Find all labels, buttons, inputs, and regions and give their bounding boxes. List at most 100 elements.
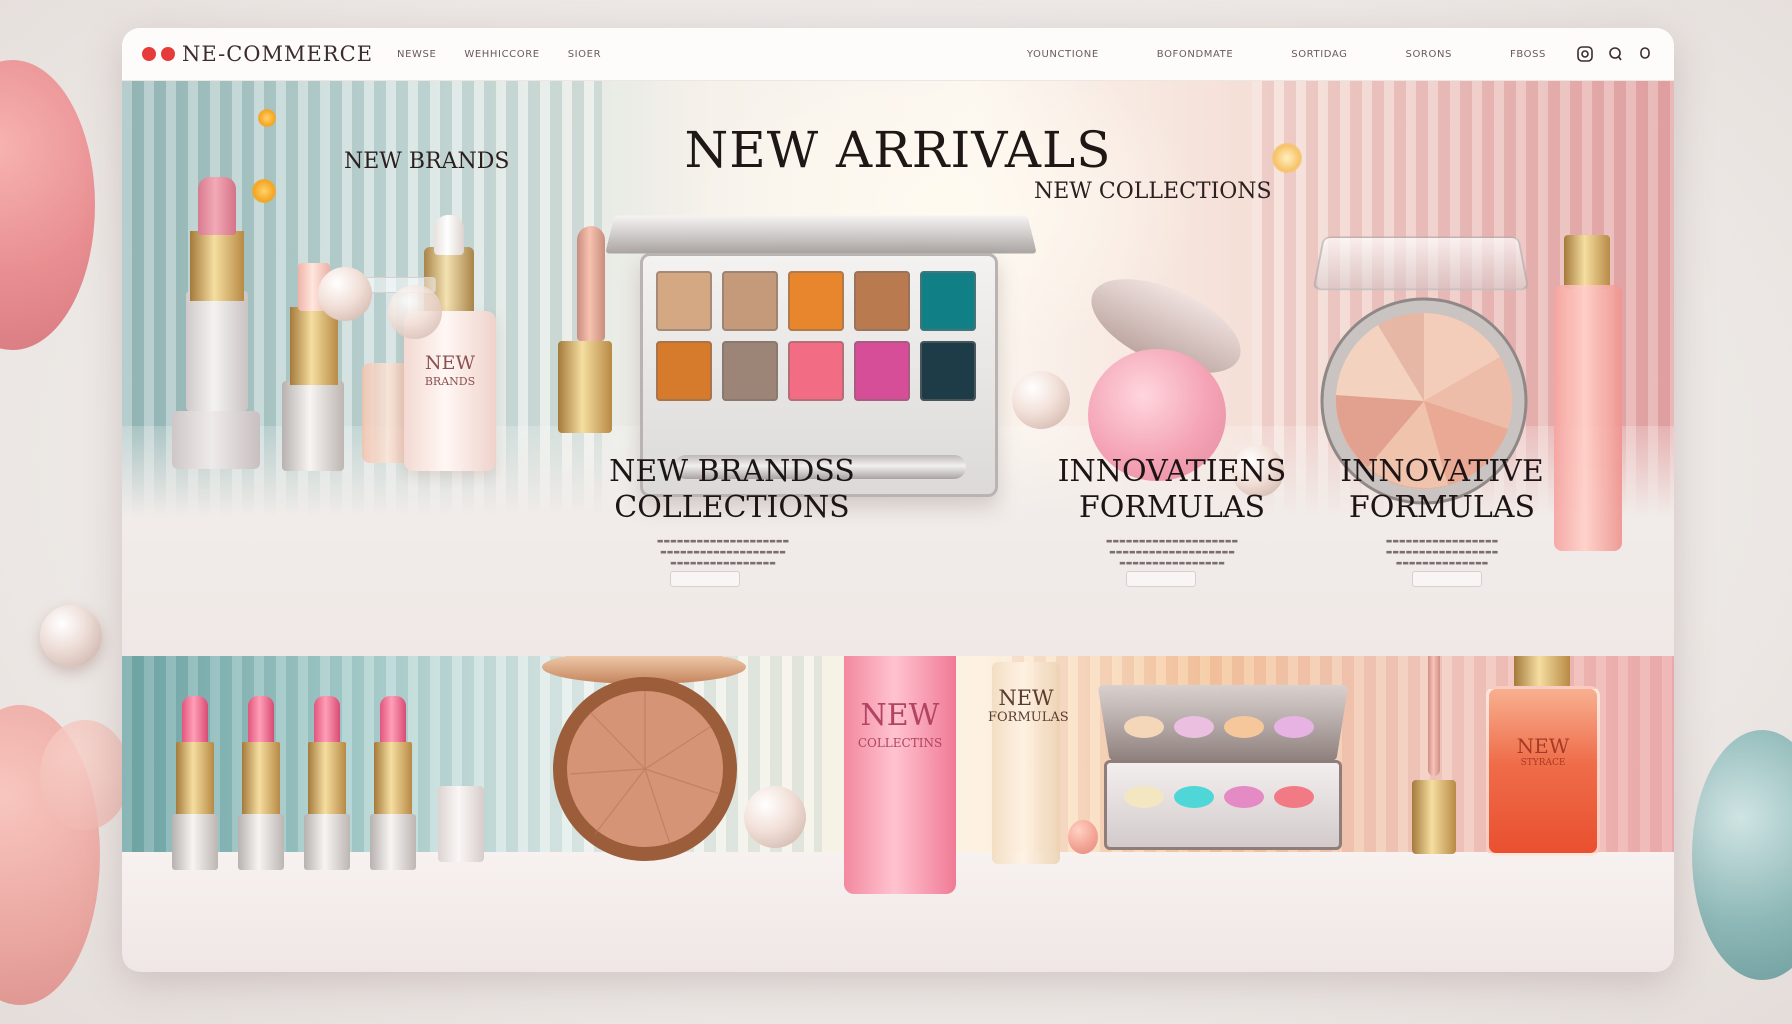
- nav-link[interactable]: SORONS: [1406, 49, 1452, 60]
- mini-eyeshadow-swatch: [1174, 786, 1214, 808]
- top-navigation-bar: NE-COMMERCE NEWSE WEHHICCORE SIOER YOUNC…: [122, 28, 1674, 81]
- lipstick-gold-band: [176, 742, 214, 818]
- pearl: [318, 267, 372, 321]
- mini-eyeshadow-swatch: [1224, 786, 1264, 808]
- eyeshadow-swatch: [722, 271, 778, 331]
- lipstick-gold-band: [190, 231, 244, 301]
- bottle-cap: [1564, 235, 1610, 289]
- hero-banner: NEW ARRIVALS NEW BRANDS NEW COLLECTIONS …: [122, 81, 1674, 656]
- pink-bottle: [844, 656, 956, 894]
- lipgloss-wand: [1428, 656, 1440, 776]
- palette-lid: [605, 215, 1037, 254]
- lipgloss-cap: [558, 341, 612, 433]
- nav-right: YOUNCTIONE BOFONDMATE SORTIDAG SORONS FB…: [1027, 49, 1546, 60]
- feature-button-3[interactable]: [1412, 571, 1482, 587]
- decor-sphere-teal: [1692, 730, 1792, 980]
- mini-eyeshadow-swatch: [1274, 716, 1314, 738]
- mini-eyeshadow-swatch: [1174, 716, 1214, 738]
- lipstick-gold-band: [308, 742, 346, 818]
- lipstick-bullet: [380, 696, 406, 744]
- eyeshadow-swatch: [920, 271, 976, 331]
- bag-icon[interactable]: [1636, 45, 1654, 63]
- nav-link[interactable]: NEWSE: [397, 49, 436, 60]
- feature-body-3: ▬▬▬▬▬▬▬▬▬▬▬▬▬▬▬▬▬ ▬▬▬▬▬▬▬▬▬▬▬▬▬▬▬▬▬ ▬▬▬▬▬▬…: [1385, 537, 1499, 567]
- lipstick-tube: [172, 814, 218, 870]
- nav-left: NEWSE WEHHICCORE SIOER: [397, 49, 601, 60]
- feature-heading-2: INNOVATIENS FORMULAS: [1022, 454, 1322, 526]
- lipstick-gold-band: [242, 742, 280, 818]
- decor-pearl: [40, 605, 102, 667]
- tube-label-line2: FORMULAS: [988, 710, 1069, 725]
- brand-logo[interactable]: NE-COMMERCE: [182, 42, 373, 66]
- lipstick-tube: [304, 814, 350, 870]
- pearl: [388, 285, 442, 339]
- eyeshadow-swatch: [656, 271, 712, 331]
- serum-label-line1: NEW: [424, 352, 476, 374]
- feature-button-2[interactable]: [1126, 571, 1196, 587]
- window-dot: [142, 47, 156, 61]
- nav-link[interactable]: YOUNCTIONE: [1027, 49, 1099, 60]
- feature-heading-line: FORMULAS: [1078, 490, 1266, 525]
- nav-link[interactable]: SIOER: [568, 49, 601, 60]
- feature-heading-1: NEW BRANDSS COLLECTIONS: [572, 454, 892, 526]
- hero-left-heading: NEW BRANDS: [344, 149, 510, 174]
- feature-heading-line: INNOVATIENS: [1057, 454, 1287, 489]
- tube-label-line1: NEW: [998, 686, 1054, 710]
- feature-heading-3: INNOVATIVE FORMULAS: [1312, 454, 1572, 526]
- lipstick-tube: [282, 381, 344, 471]
- lipstick-bullet: [248, 696, 274, 744]
- lipstick-bullet: [182, 696, 208, 744]
- nav-link[interactable]: FBOSS: [1510, 49, 1546, 60]
- perfume-bottle: [1486, 686, 1600, 856]
- eyeshadow-swatch: [854, 341, 910, 401]
- bokeh-light: [258, 109, 276, 127]
- lipstick-gold-band: [374, 742, 412, 818]
- pearl: [744, 786, 806, 848]
- pearl: [1068, 820, 1098, 854]
- bottle-label-line2: COLLECTINS: [857, 736, 943, 750]
- lipstick-cap: [172, 411, 260, 469]
- header-icons: [1576, 45, 1654, 63]
- lipstick-bullet: [198, 177, 236, 235]
- lipstick-tube: [370, 814, 416, 870]
- search-icon[interactable]: [1576, 45, 1594, 63]
- browser-window: NE-COMMERCE NEWSE WEHHICCORE SIOER YOUNC…: [122, 28, 1674, 972]
- bokeh-light: [1272, 143, 1302, 173]
- mini-eyeshadow-swatch: [1124, 786, 1164, 808]
- decor-sphere-pink: [0, 60, 95, 350]
- lipgloss-cap: [1412, 780, 1456, 854]
- nav-link[interactable]: BOFONDMATE: [1157, 49, 1233, 60]
- nav-link[interactable]: SORTIDAG: [1291, 49, 1347, 60]
- mini-eyeshadow-swatch: [1274, 786, 1314, 808]
- feature-heading-line: NEW BRANDSS: [609, 454, 855, 489]
- perfume-label-line2: STYRACE: [1520, 758, 1566, 768]
- feature-heading-line: COLLECTIONS: [614, 490, 850, 525]
- perfume-label-line1: NEW: [1516, 734, 1570, 758]
- eyeshadow-swatch: [788, 341, 844, 401]
- eyeshadow-swatch: [722, 341, 778, 401]
- serum-label-line2: BRANDS: [424, 375, 476, 388]
- perfume-cap: [1514, 656, 1570, 688]
- bokeh-light: [252, 179, 276, 203]
- mini-eyeshadow-swatch: [1224, 716, 1264, 738]
- pearl: [1012, 371, 1070, 429]
- lipstick-cap: [438, 786, 484, 862]
- decor-sphere-blush: [40, 720, 130, 830]
- mini-eyeshadow-swatch: [1124, 716, 1164, 738]
- window-dot: [161, 47, 175, 61]
- compact-mirror-lid: [1312, 236, 1530, 291]
- lipstick-tube: [186, 291, 248, 411]
- eyeshadow-swatch: [854, 271, 910, 331]
- user-icon[interactable]: [1606, 45, 1624, 63]
- bronzer-compact: [553, 677, 737, 861]
- lipstick-tube: [238, 814, 284, 870]
- feature-heading-line: FORMULAS: [1348, 490, 1536, 525]
- feature-button-1[interactable]: [670, 571, 740, 587]
- lipgloss-wand: [577, 226, 605, 341]
- eyeshadow-swatch: [920, 341, 976, 401]
- hero-right-heading: NEW COLLECTIONS: [1034, 179, 1272, 204]
- product-showcase: NEW COLLECTINS NEW FORMULAS NEW STYRACE: [122, 656, 1674, 972]
- feature-heading-line: INNOVATIVE: [1340, 454, 1544, 489]
- bottle-label-line1: NEW: [860, 698, 940, 733]
- nav-link[interactable]: WEHHICCORE: [464, 49, 539, 60]
